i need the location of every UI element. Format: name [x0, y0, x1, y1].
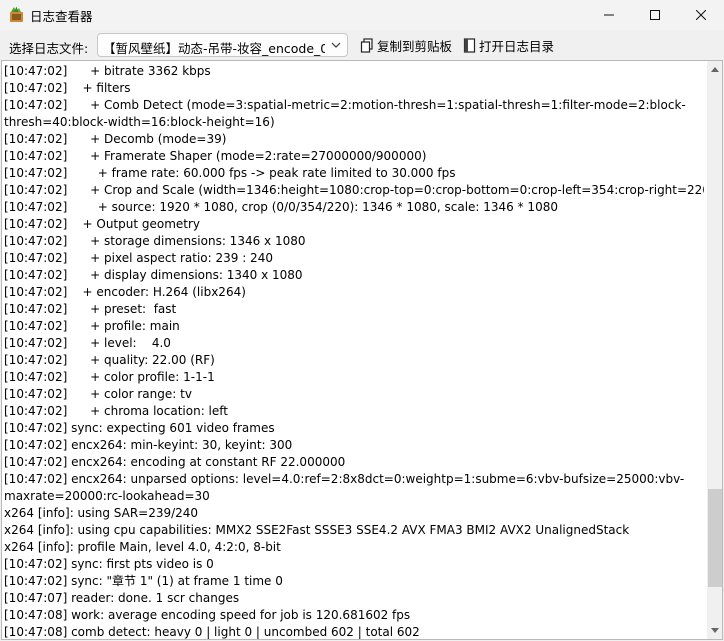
log-line: [10:47:02] encx264: encoding at constant… — [4, 455, 346, 469]
copy-to-clipboard-button[interactable]: 复制到剪贴板 — [360, 34, 452, 56]
log-line: [10:47:02] + Comb Detect (mode=3:spatial… — [4, 98, 686, 112]
log-line: [10:47:07] reader: done. 1 scr changes — [4, 591, 240, 605]
log-line: [10:47:02] + color profile: 1-1-1 — [4, 370, 215, 384]
log-line: [10:47:02] + encoder: H.264 (libx264) — [4, 285, 246, 299]
log-content: [10:47:02] + bitrate 3362 kbps [10:47:02]… — [4, 63, 704, 639]
open-log-directory-button[interactable]: 打开日志目录 — [463, 34, 554, 56]
log-line: [10:47:02] + display dimensions: 1340 x … — [4, 268, 303, 282]
log-file-select-value: 【暂风壁纸】动态-吊带-妆容_encode_06 — [103, 41, 325, 56]
log-line: [10:47:02] + Crop and Scale (width=1346:… — [4, 183, 704, 197]
log-line: [10:47:02] + Output geometry — [4, 217, 201, 231]
window-title: 日志查看器 — [30, 9, 93, 24]
log-text-area[interactable]: [10:47:02] + bitrate 3362 kbps [10:47:02]… — [1, 60, 723, 640]
log-line: [10:47:02] + preset: fast — [4, 302, 177, 316]
log-line: [10:47:02] + color range: tv — [4, 387, 192, 401]
scroll-down-button[interactable] — [707, 623, 722, 639]
close-icon — [696, 10, 706, 20]
log-line: x264 [info]: using cpu capabilities: MMX… — [4, 523, 630, 537]
log-line: [10:47:02] + level: 4.0 — [4, 336, 171, 350]
log-line: [10:47:02] + chroma location: left — [4, 404, 228, 418]
chevron-down-icon — [711, 628, 719, 633]
open-log-directory-label: 打开日志目录 — [479, 38, 555, 54]
title-bar: 日志查看器 — [0, 0, 724, 30]
log-file-select[interactable]: 【暂风壁纸】动态-吊带-妆容_encode_06 — [97, 33, 348, 57]
log-line: x264 [info]: profile Main, level 4.0, 4:… — [4, 540, 281, 554]
log-line: [10:47:02] + pixel aspect ratio: 239 : 2… — [4, 251, 273, 265]
log-line: [10:47:02] + Framerate Shaper (mode=2:ra… — [4, 149, 427, 163]
app-icon — [10, 6, 23, 22]
maximize-button[interactable] — [632, 0, 678, 30]
log-line: [10:47:02] + filters — [4, 81, 131, 95]
vertical-scrollbar[interactable] — [707, 61, 722, 639]
log-line: [10:47:02] + storage dimensions: 1346 x … — [4, 234, 306, 248]
log-line: [10:47:02] encx264: min-keyint: 30, keyi… — [4, 438, 293, 452]
log-line: [10:47:02] + bitrate 3362 kbps — [4, 64, 211, 78]
close-button[interactable] — [678, 0, 724, 30]
log-line: [10:47:02] + source: 1920 * 1080, crop (… — [4, 200, 558, 214]
maximize-icon — [650, 10, 660, 20]
log-line: [10:47:02] + frame rate: 60.000 fps -> p… — [4, 166, 456, 180]
toolbar: 选择日志文件: 【暂风壁纸】动态-吊带-妆容_encode_06 复制到剪贴板 … — [0, 30, 724, 60]
log-line: [10:47:02] sync: first pts video is 0 — [4, 557, 214, 571]
scroll-thumb[interactable] — [708, 489, 722, 587]
log-line: x264 [info]: using SAR=239/240 — [4, 506, 199, 520]
copy-to-clipboard-label: 复制到剪贴板 — [377, 38, 453, 54]
log-line: thresh=40:block-width=16:block-height=16… — [4, 115, 275, 129]
file-label: 选择日志文件: — [9, 41, 89, 56]
minimize-button[interactable] — [586, 0, 632, 30]
log-line: [10:47:02] encx264: unparsed options: le… — [4, 472, 685, 486]
chevron-down-icon — [331, 42, 341, 48]
log-line: [10:47:08] work: average encoding speed … — [4, 608, 411, 622]
log-line: [10:47:02] sync: expecting 601 video fra… — [4, 421, 275, 435]
log-line: [10:47:08] comb detect: heavy 0 | light … — [4, 625, 420, 639]
chevron-up-icon — [711, 67, 719, 72]
minimize-icon — [604, 14, 614, 16]
scroll-up-button[interactable] — [707, 61, 722, 77]
log-line: [10:47:02] sync: "章节 1" (1) at frame 1 t… — [4, 574, 283, 588]
log-line: [10:47:02] + quality: 22.00 (RF) — [4, 353, 215, 367]
log-line: [10:47:02] + profile: main — [4, 319, 180, 333]
log-line: maxrate=20000:rc-lookahead=30 — [4, 489, 210, 503]
log-line: [10:47:02] + Decomb (mode=39) — [4, 132, 227, 146]
copy-icon — [360, 37, 373, 53]
document-icon — [463, 37, 476, 53]
